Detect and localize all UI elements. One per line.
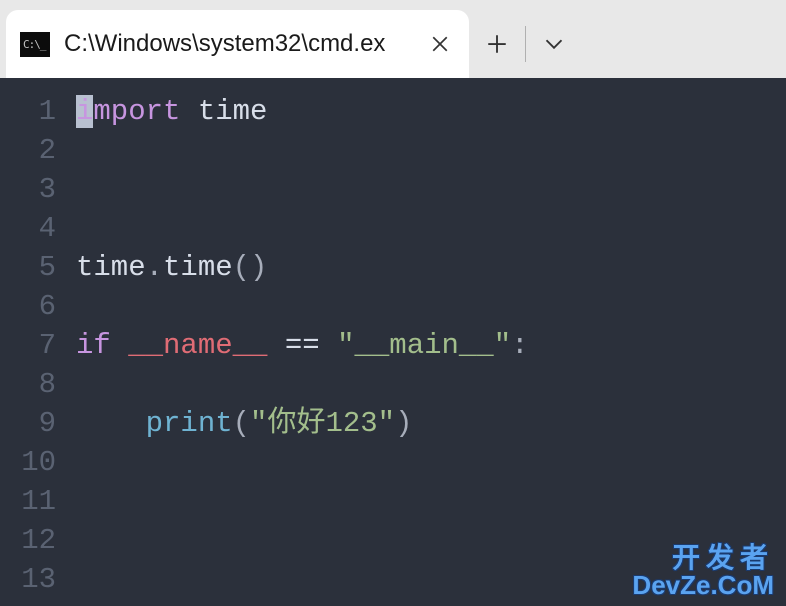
plus-icon [487,34,507,54]
line-number: 6 [0,287,56,326]
chevron-down-icon [544,34,564,54]
code-line-9: print("你好123") [76,404,786,443]
line-number: 3 [0,170,56,209]
line-number: 7 [0,326,56,365]
code-line-6 [76,287,786,326]
line-number: 4 [0,209,56,248]
code-line-7: if __name__ == "__main__": [76,326,786,365]
line-number: 1 [0,92,56,131]
line-number: 12 [0,521,56,560]
cmd-icon: C:\_ [20,32,50,57]
terminal-tab[interactable]: C:\_ C:\Windows\system32\cmd.ex [6,10,469,78]
new-tab-button[interactable] [469,16,525,72]
line-number: 8 [0,365,56,404]
code-line-13 [76,560,786,599]
tab-title: C:\Windows\system32\cmd.ex [64,30,411,58]
line-number: 2 [0,131,56,170]
line-number: 5 [0,248,56,287]
text-cursor: i [76,95,93,128]
code-line-5: time.time() [76,248,786,287]
line-number: 13 [0,560,56,599]
tab-actions [469,10,582,78]
line-number: 9 [0,404,56,443]
code-line-10 [76,443,786,482]
close-icon [431,35,449,53]
tab-bar: C:\_ C:\Windows\system32\cmd.ex [0,0,786,78]
code-line-2 [76,131,786,170]
line-number-gutter: 1 2 3 4 5 6 7 8 9 10 11 12 13 [0,92,68,606]
code-line-3 [76,170,786,209]
code-line-12 [76,521,786,560]
code-editor[interactable]: 1 2 3 4 5 6 7 8 9 10 11 12 13 import tim… [0,78,786,606]
code-content[interactable]: import time time.time() if __name__ == "… [68,92,786,606]
code-line-1: import time [76,92,786,131]
tab-close-button[interactable] [425,29,455,59]
line-number: 10 [0,443,56,482]
code-line-11 [76,482,786,521]
tab-dropdown-button[interactable] [526,16,582,72]
line-number: 11 [0,482,56,521]
code-line-4 [76,209,786,248]
code-line-8 [76,365,786,404]
